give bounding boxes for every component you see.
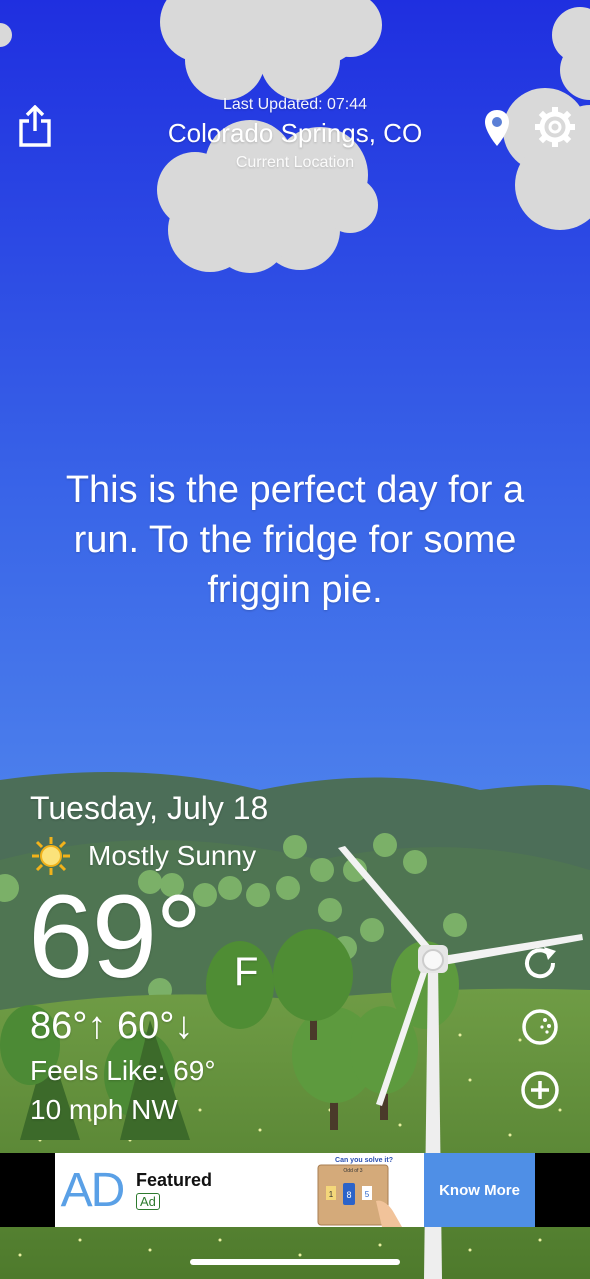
feels-like-text: Feels Like: 69° [30,1055,216,1086]
radar-icon [522,1009,558,1045]
gear-icon [535,107,575,147]
home-indicator[interactable] [190,1259,400,1265]
ad-badge: Ad [136,1193,160,1210]
temperature-unit: F [234,950,259,994]
ad-featured-label: Featured [136,1170,213,1190]
plus-circle-icon [521,1071,559,1109]
svg-text:1: 1 [329,1190,334,1199]
ad-know-more-button[interactable]: Know More [424,1153,535,1227]
weather-scene-background [0,0,590,1279]
refresh-icon [525,947,556,979]
location-subtitle: Current Location [235,154,355,171]
location-button[interactable] [480,106,514,150]
svg-text:8: 8 [346,1190,351,1200]
ad-image-subcaption: Odd of 3 [343,1168,362,1174]
radar-button[interactable] [518,1005,562,1049]
ad-logo: AD [60,1163,126,1217]
date-text: Tuesday, July 18 [30,790,269,826]
svg-text:5: 5 [365,1190,370,1199]
condition-text: Mostly Sunny [88,840,257,871]
weather-message: This is the perfect day for a run. To th… [65,469,525,611]
settings-button[interactable] [532,104,578,150]
high-low-temperature: 86°↑ 60°↓ [30,1005,194,1047]
add-location-button[interactable] [518,1068,562,1112]
ad-image-caption: Can you solve it? [335,1157,393,1164]
ad-puzzle-image: Can you solve it? Odd of 3 1 8 5 [316,1153,412,1227]
wind-text: 10 mph NW [30,1094,178,1125]
map-pin-icon [485,110,509,146]
refresh-button[interactable] [518,941,562,985]
current-temperature: 69° [28,871,202,1003]
